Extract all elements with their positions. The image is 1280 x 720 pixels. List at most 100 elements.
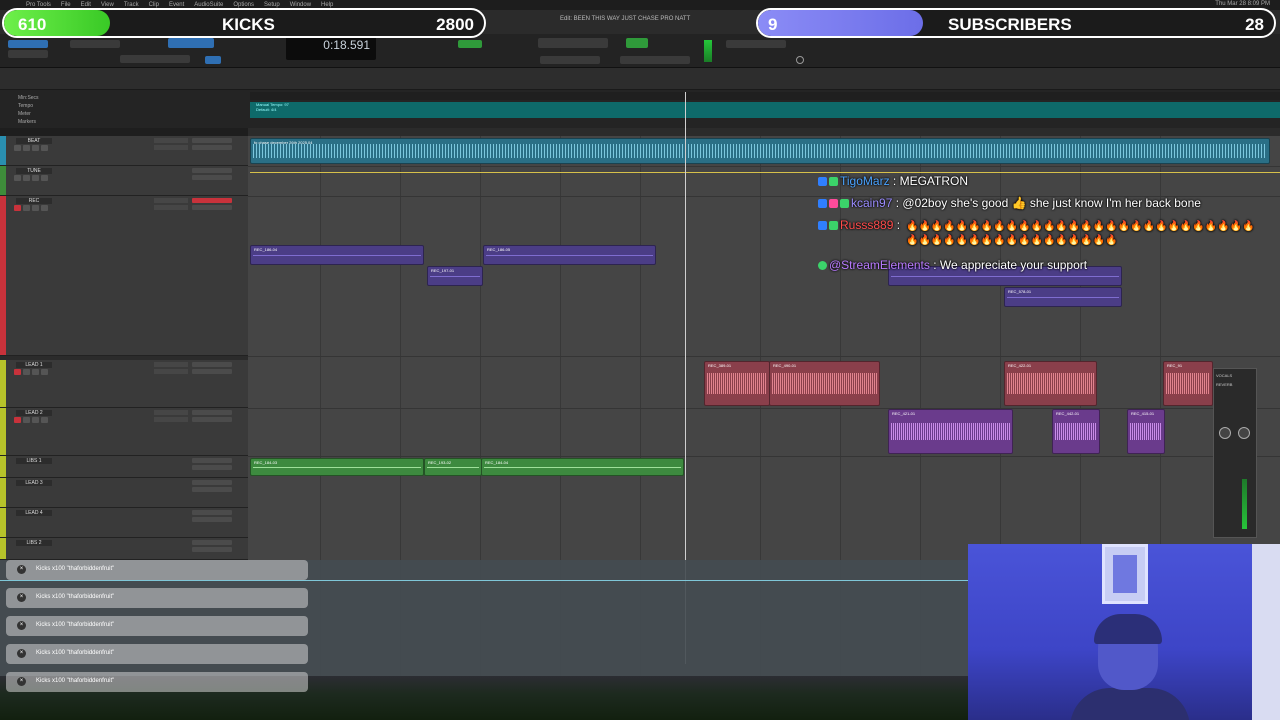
- track-inserts[interactable]: [154, 138, 188, 154]
- clip-label: REC_186-05: [487, 247, 511, 252]
- chat-message: @StreamElements : We appreciate your sup…: [818, 258, 1087, 272]
- track-io[interactable]: [192, 410, 232, 426]
- platform-badge-icon: [818, 221, 827, 231]
- clip-lead-2[interactable]: REC_415-01: [1127, 409, 1165, 454]
- track-header-libs-2[interactable]: LIBS 2: [0, 538, 248, 560]
- track-name[interactable]: LIBS 2: [16, 540, 52, 546]
- track-io[interactable]: [192, 510, 232, 526]
- track-io[interactable]: [192, 458, 232, 474]
- track-name[interactable]: BEAT: [16, 138, 52, 144]
- track-buttons[interactable]: [14, 369, 48, 375]
- clip-libs-1[interactable]: REC_184-03: [250, 458, 424, 476]
- track-buttons[interactable]: [14, 417, 48, 423]
- clip-waveform: [486, 255, 653, 257]
- close-icon[interactable]: ×: [17, 621, 26, 630]
- lane-divider: [248, 166, 1280, 167]
- vocals-plugin-window[interactable]: VOCALS REVERB: [1213, 368, 1257, 538]
- subscribers-goal-label: SUBSCRIBERS: [948, 15, 1072, 34]
- midi-controls[interactable]: [620, 56, 690, 64]
- track-buttons[interactable]: [14, 175, 48, 181]
- nudge-button[interactable]: [458, 40, 482, 48]
- clip-lead-1[interactable]: REC_389-01: [704, 361, 770, 406]
- clip-waveform: [253, 143, 1267, 159]
- smart-tool-button[interactable]: [205, 56, 221, 64]
- plugin-knob-icon[interactable]: [1238, 427, 1250, 439]
- chat-text: : We appreciate your support: [933, 258, 1088, 272]
- track-inserts[interactable]: [154, 198, 188, 214]
- settings-knob-icon[interactable]: [796, 56, 804, 64]
- clip-lead-2[interactable]: REC_421-01: [888, 409, 1013, 454]
- track-header-lead-3[interactable]: LEAD 3: [0, 478, 248, 508]
- track-header-rec[interactable]: REC: [0, 196, 248, 356]
- transport-buttons[interactable]: [540, 56, 600, 64]
- track-inserts[interactable]: [154, 362, 188, 378]
- track-name[interactable]: TUNE: [16, 168, 52, 174]
- plugin-knob-icon[interactable]: [1219, 427, 1231, 439]
- track-io[interactable]: [192, 540, 232, 556]
- track-inserts[interactable]: [154, 410, 188, 426]
- track-io[interactable]: [192, 480, 232, 496]
- transport-controls[interactable]: [538, 38, 608, 48]
- track-io[interactable]: [192, 362, 232, 378]
- clip-libs-1[interactable]: REC_193-02: [424, 458, 482, 476]
- clip-beat[interactable]: fo chase december 26th 2025.04: [250, 138, 1270, 164]
- track-name[interactable]: LEAD 4: [16, 510, 52, 516]
- grid-nudge-settings[interactable]: [726, 40, 786, 48]
- track-header-lead-2[interactable]: LEAD 2: [0, 408, 248, 456]
- clip-lead-2[interactable]: REC_442-01: [1052, 409, 1100, 454]
- screen: Pro Tools File Edit View Track Clip Even…: [0, 0, 1280, 720]
- clip-label: REC_197-01: [431, 268, 455, 273]
- track-header-beat[interactable]: BEAT: [0, 136, 248, 166]
- track-io[interactable]: [192, 168, 232, 184]
- track-header-tune[interactable]: TUNE: [0, 166, 248, 196]
- edit-tools[interactable]: [168, 38, 214, 48]
- clip-waveform: [484, 467, 681, 469]
- main-counter[interactable]: 0:18.591: [286, 36, 376, 60]
- track-name[interactable]: LEAD 3: [16, 480, 52, 486]
- tempo-meter-ruler[interactable]: Manual Tempo: 97 Default: 4/4: [250, 102, 1280, 118]
- track-name[interactable]: LIBS 1: [16, 458, 52, 464]
- track-name[interactable]: REC: [16, 198, 52, 204]
- grid-mode-button[interactable]: [8, 50, 48, 58]
- track-io[interactable]: [192, 198, 232, 214]
- zoom-buttons[interactable]: [70, 40, 120, 48]
- track-buttons[interactable]: [14, 205, 48, 211]
- donation-toast[interactable]: × Kicks x100 "thaforbiddenfruit": [6, 560, 308, 580]
- chat-username: kcain97: [851, 196, 893, 210]
- chat-message: kcain97 : @02boy she's good 👍 she just k…: [818, 196, 1201, 210]
- donation-toast[interactable]: × Kicks x100 "thaforbiddenfruit": [6, 644, 308, 664]
- edit-mode-button[interactable]: [8, 40, 48, 48]
- track-header-lead-4[interactable]: LEAD 4: [0, 508, 248, 538]
- clip-rec[interactable]: REC_197-01: [427, 266, 483, 286]
- timeline-ruler[interactable]: [250, 92, 1280, 100]
- donation-toast[interactable]: × Kicks x100 "thaforbiddenfruit": [6, 588, 308, 608]
- track-color: [0, 136, 6, 165]
- clip-rec-right[interactable]: REC_578-01: [1004, 287, 1122, 307]
- webcam-feed: [968, 544, 1280, 720]
- count-off-button[interactable]: [626, 38, 648, 48]
- clip-libs-1[interactable]: REC_184-04: [481, 458, 684, 476]
- track-io[interactable]: [192, 138, 232, 154]
- clip-waveform: [891, 422, 1010, 441]
- toast-text: Kicks x100 "thaforbiddenfruit": [36, 678, 115, 684]
- track-name[interactable]: LEAD 2: [16, 410, 52, 416]
- track-buttons[interactable]: [14, 145, 48, 151]
- clip-rec[interactable]: REC_186-05: [483, 245, 656, 265]
- close-icon[interactable]: ×: [17, 649, 26, 658]
- clip-lead-1[interactable]: REC_422-01: [1004, 361, 1097, 406]
- track-header-libs-1[interactable]: LIBS 1: [0, 456, 248, 478]
- master-meter: [704, 40, 712, 62]
- ruler-label-bars: Min:Secs: [18, 95, 39, 101]
- close-icon[interactable]: ×: [17, 593, 26, 602]
- donation-toast[interactable]: × Kicks x100 "thaforbiddenfruit": [6, 672, 308, 692]
- clip-lead-1[interactable]: REC_490-01: [769, 361, 880, 406]
- zoom-presets[interactable]: [120, 55, 190, 63]
- close-icon[interactable]: ×: [17, 565, 26, 574]
- track-header-lead-1[interactable]: LEAD 1: [0, 360, 248, 408]
- donation-toast[interactable]: × Kicks x100 "thaforbiddenfruit": [6, 616, 308, 636]
- lane-divider: [248, 356, 1280, 357]
- close-icon[interactable]: ×: [17, 677, 26, 686]
- track-name[interactable]: LEAD 1: [16, 362, 52, 368]
- clip-lead-1[interactable]: REC_91: [1163, 361, 1213, 406]
- clip-rec[interactable]: REC_186-04: [250, 245, 424, 265]
